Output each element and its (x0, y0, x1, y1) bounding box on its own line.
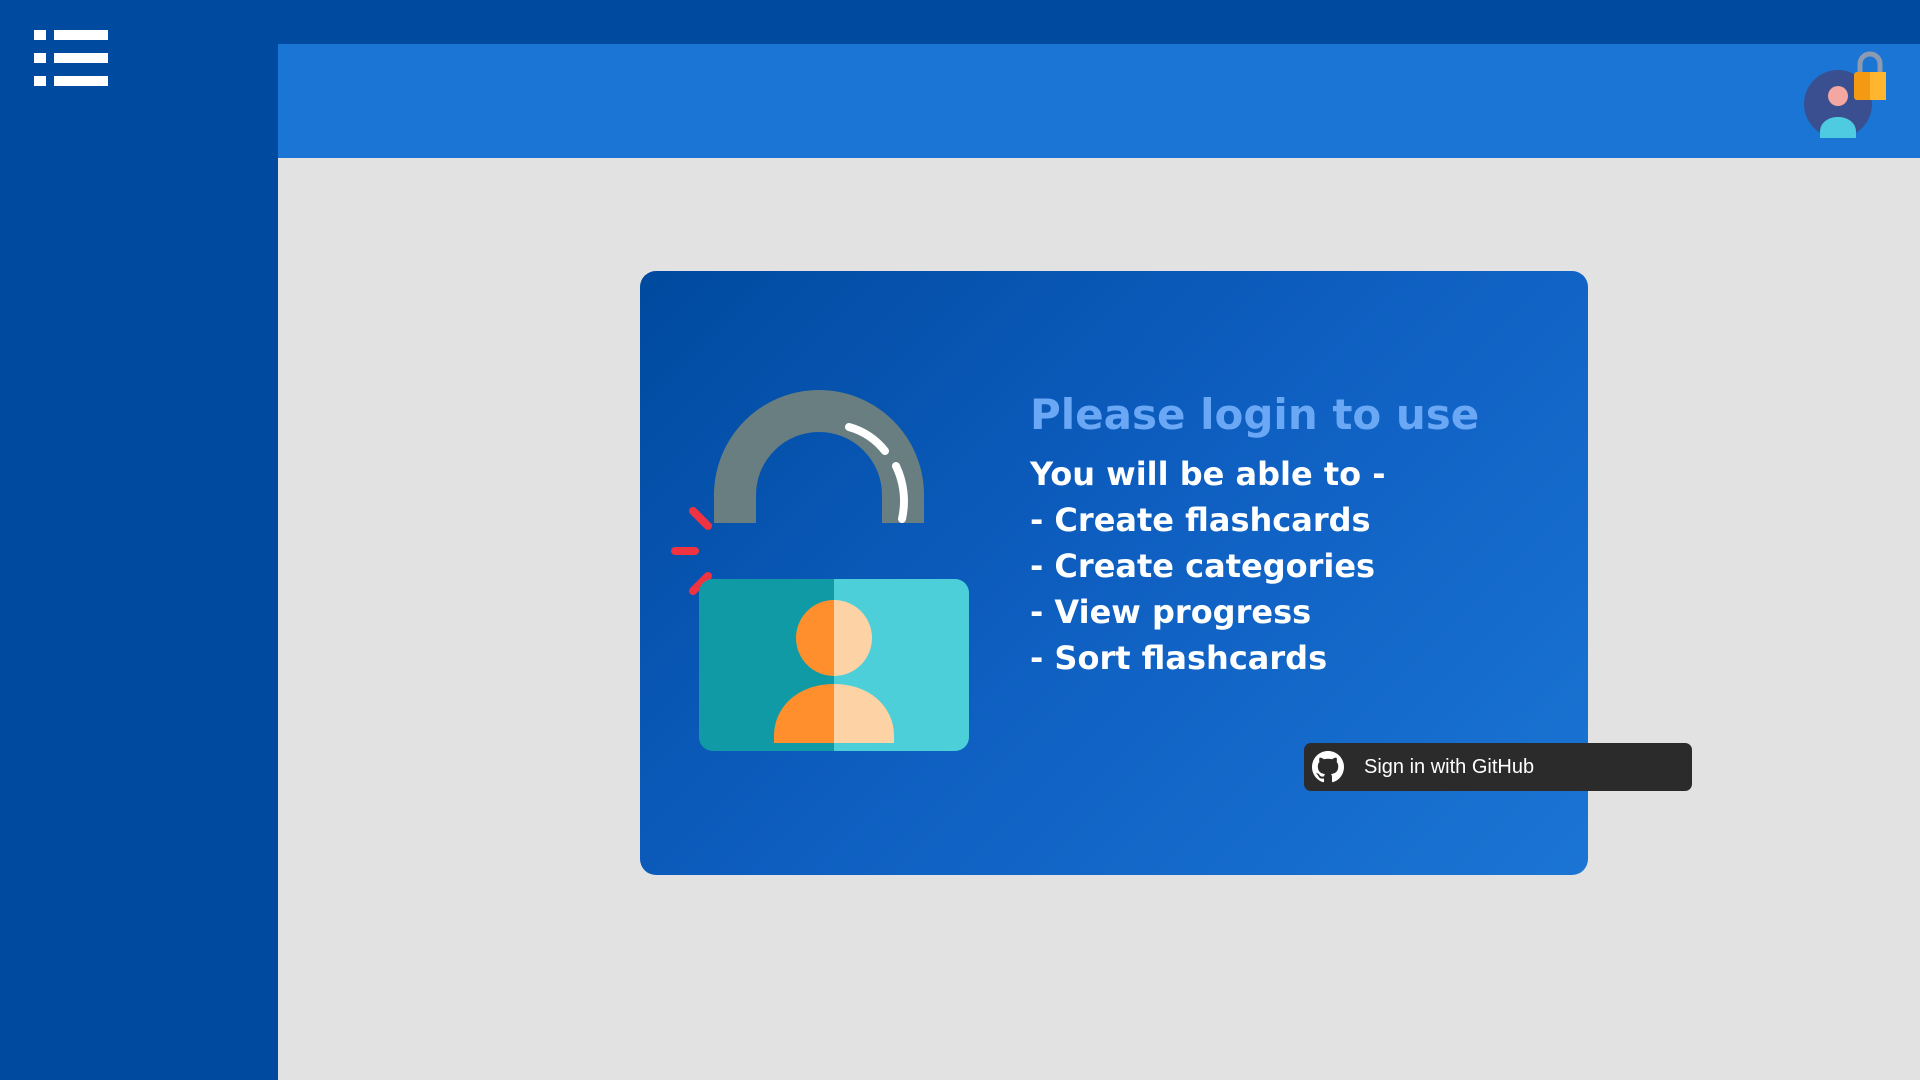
github-signin-label: Sign in with GitHub (1364, 755, 1535, 778)
feature-item: - View progress (1030, 593, 1312, 631)
login-title: Please login to use (1030, 390, 1480, 439)
menu-button[interactable] (34, 30, 108, 86)
login-text-block: Please login to use You will be able to … (1030, 387, 1550, 681)
sidebar (0, 0, 278, 1080)
feature-item: - Create categories (1030, 547, 1376, 585)
github-signin-button[interactable]: Sign in with GitHub (1304, 743, 1692, 791)
user-lock-avatar-icon (1804, 51, 1886, 138)
feature-item: - Create flashcards (1030, 501, 1371, 539)
main-content: Please login to use You will be able to … (278, 44, 1920, 1080)
list-menu-icon (34, 30, 108, 86)
login-card: Please login to use You will be able to … (640, 271, 1692, 875)
padlock-user-icon (671, 390, 969, 751)
github-icon (1304, 743, 1352, 791)
feature-item: - Sort flashcards (1030, 639, 1328, 677)
top-bar (278, 44, 1920, 158)
login-subtitle: You will be able to - (1030, 455, 1386, 493)
account-button[interactable] (1802, 48, 1898, 148)
feature-list: - Create flashcards - Create categories … (1030, 497, 1550, 681)
